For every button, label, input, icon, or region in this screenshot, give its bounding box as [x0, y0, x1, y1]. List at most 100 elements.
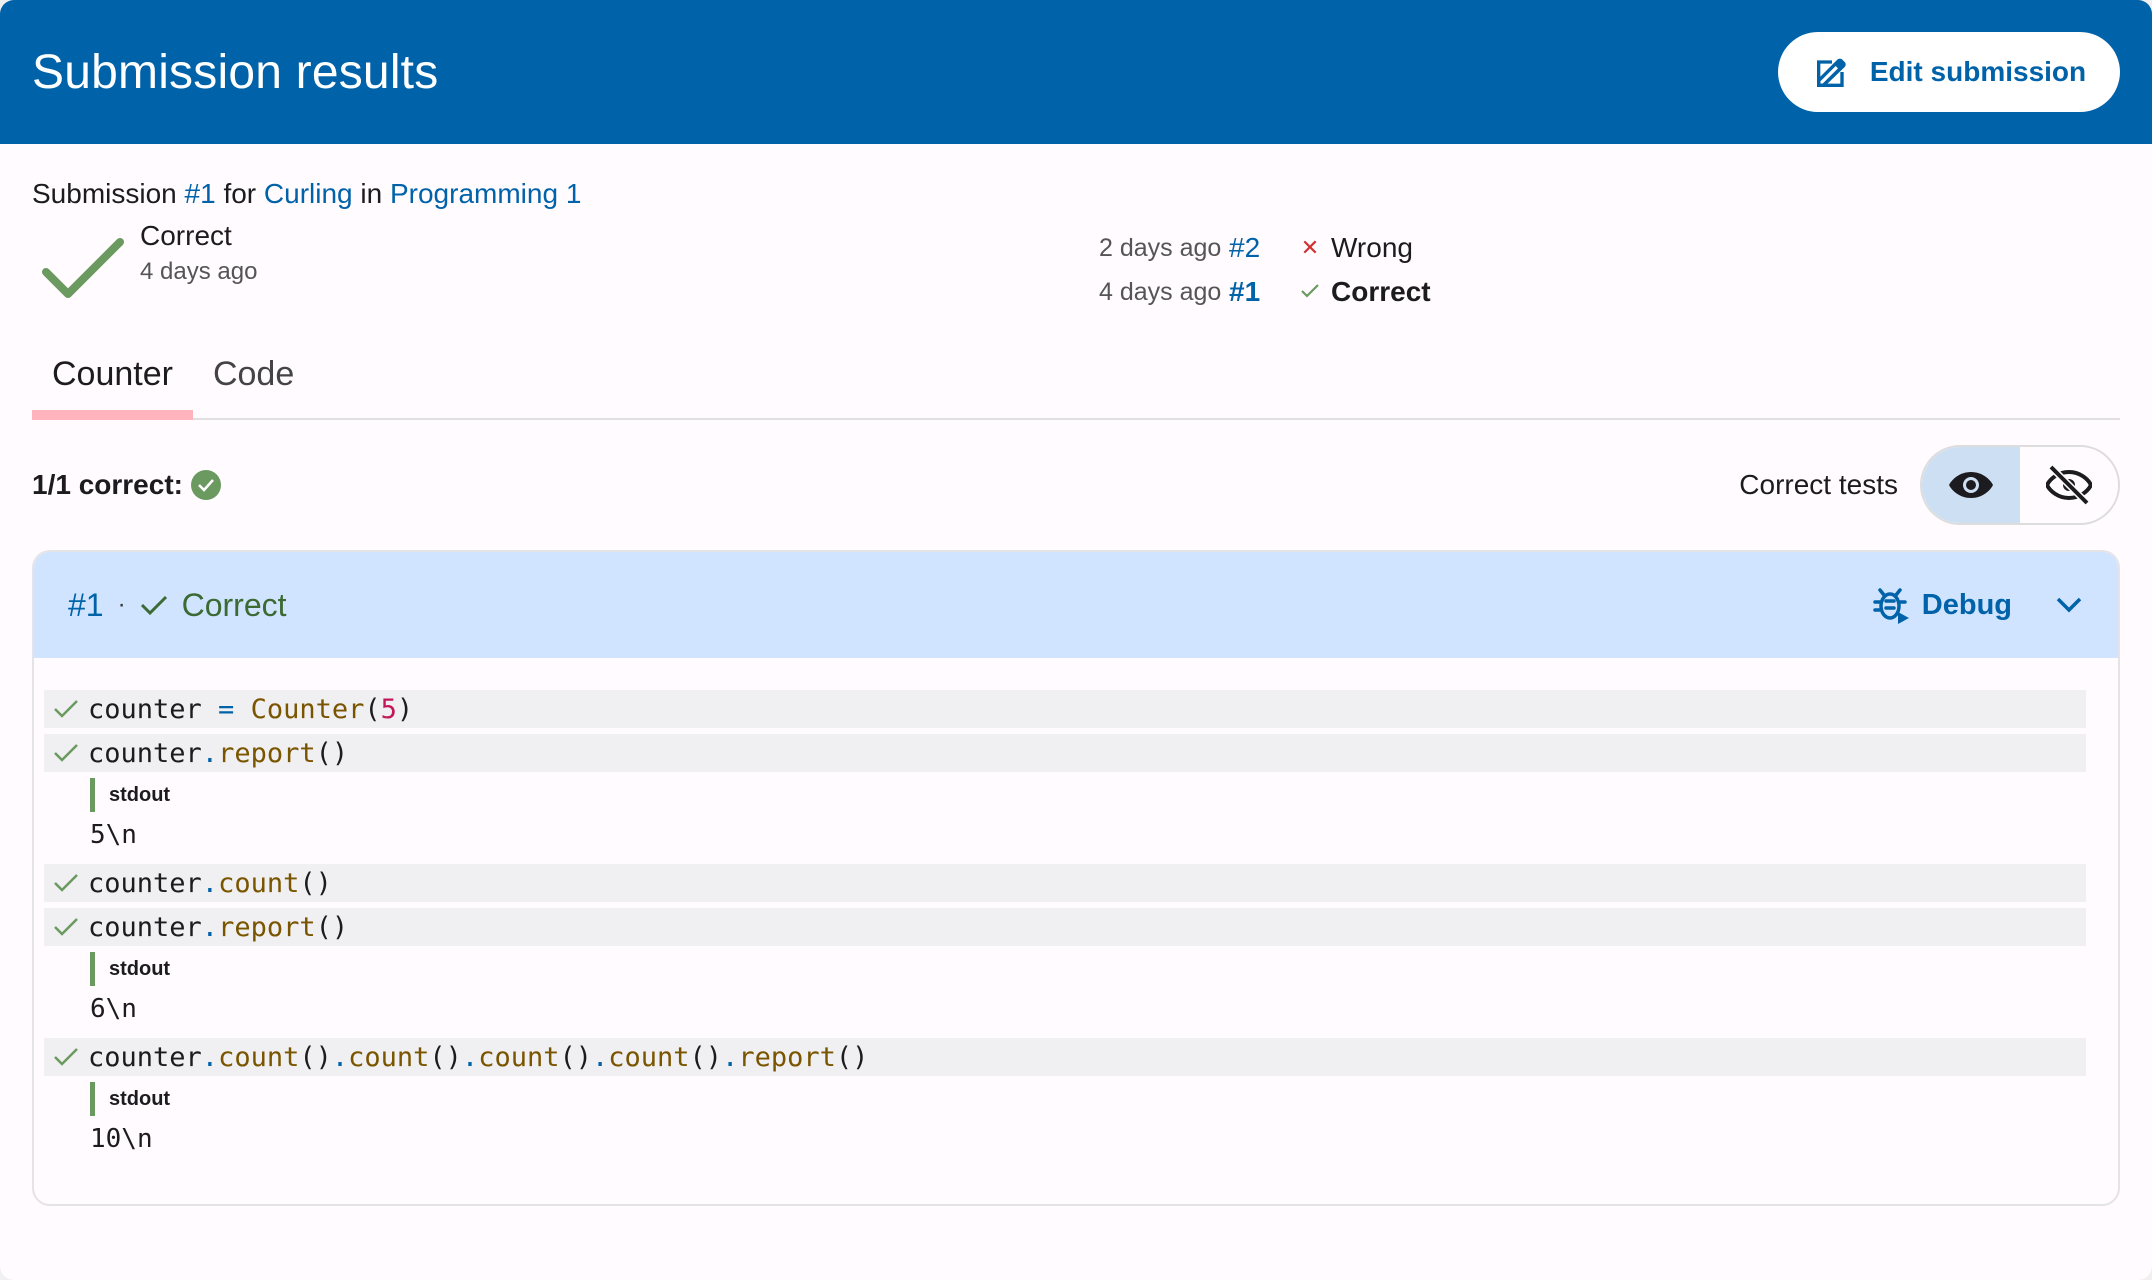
stdout-value: 10\n	[90, 1124, 153, 1154]
code-token: ()	[299, 1041, 332, 1073]
code-token: .	[201, 911, 219, 943]
edit-submission-button[interactable]: Edit submission	[1778, 32, 2120, 112]
page-title: Submission results	[32, 45, 439, 99]
code-token: (	[364, 693, 381, 725]
statement-row: counter. report()	[44, 734, 2086, 772]
chevron-down-icon[interactable]	[2054, 595, 2084, 615]
tab-code[interactable]: Code	[193, 330, 314, 418]
stdout-label: stdout	[90, 952, 2086, 986]
code-token: count	[478, 1041, 560, 1073]
correct-tests-filter: Correct tests	[1739, 445, 2120, 525]
code-token: counter	[88, 867, 202, 899]
status-row: Correct 4 days ago 2 days ago #2 ✕ Wrong…	[32, 212, 2120, 322]
history-number-link[interactable]: #2	[1229, 232, 1289, 264]
code-token: .	[331, 1041, 349, 1073]
testcase-card: #1 · Correct Debug counter = Counter (5…	[32, 550, 2120, 1206]
visibility-toggle	[1920, 445, 2120, 525]
status-label: Correct	[140, 220, 232, 251]
code-token: ()	[835, 1041, 869, 1073]
correct-check-icon	[42, 238, 124, 298]
stdout-value: 5\n	[90, 820, 137, 850]
code-token: count	[608, 1041, 690, 1073]
code-token: Counter	[250, 693, 365, 725]
testcase-status: Correct	[181, 586, 287, 623]
check-icon	[44, 1047, 88, 1067]
code-token: report	[738, 1041, 836, 1073]
stdout-block: stdout 6\n	[44, 952, 2086, 1032]
check-icon	[1289, 279, 1331, 305]
check-icon	[44, 917, 88, 937]
code-token: count	[218, 1041, 300, 1073]
stdout-label: stdout	[90, 1082, 2086, 1116]
eye-off-icon	[2046, 465, 2092, 505]
code-token: count	[348, 1041, 430, 1073]
code-token: counter	[88, 737, 202, 769]
submission-number-link[interactable]: #1	[185, 178, 216, 209]
statement-row: counter. count()	[44, 864, 2086, 902]
code-token: count	[218, 867, 300, 899]
check-icon	[44, 699, 88, 719]
window: Submission results Edit submission Submi…	[0, 0, 2152, 1280]
history-status: Correct	[1331, 276, 1431, 307]
breadcrumb-prefix: Submission	[32, 178, 177, 209]
history-row[interactable]: 4 days ago #1 Correct	[1099, 270, 1431, 314]
code-token: .	[591, 1041, 609, 1073]
check-icon	[140, 595, 167, 616]
code-token: .	[201, 737, 219, 769]
code-token: )	[396, 693, 414, 725]
testcase-body: counter = Counter(5) counter. report() st…	[34, 658, 2118, 1204]
breadcrumb-in: in	[360, 178, 383, 209]
history-number-link[interactable]: #1	[1229, 276, 1289, 308]
course-link[interactable]: Programming 1	[390, 178, 581, 209]
summary-row: 1/1 correct: Correct tests	[32, 420, 2120, 550]
testcase-number: #1	[68, 586, 104, 623]
code-token: counter	[88, 1041, 202, 1073]
code-token: .	[722, 1041, 739, 1073]
check-circle-icon	[190, 470, 221, 500]
code-token: report	[218, 737, 316, 769]
edit-icon	[1816, 58, 1846, 87]
show-correct-button[interactable]	[1922, 447, 2020, 523]
history-status: Wrong	[1331, 232, 1413, 263]
cross-icon: ✕	[1300, 235, 1320, 260]
stdout-value: 6\n	[90, 994, 137, 1024]
submission-breadcrumb: Submission #1 for Curling in Programming…	[32, 176, 2120, 212]
statement-row: counter. count(). count(). count(). count().…	[44, 1038, 2086, 1076]
testcase-separator: ·	[117, 591, 126, 618]
check-icon	[44, 743, 88, 763]
statement-row: counter = Counter(5)	[44, 690, 2086, 728]
code-token: report	[218, 911, 316, 943]
stdout-label: stdout	[90, 778, 2086, 812]
edit-submission-label: Edit submission	[1869, 56, 2087, 87]
check-icon	[44, 873, 88, 893]
code-token: .	[201, 1041, 219, 1073]
code-token: .	[461, 1041, 479, 1073]
code-token: .	[201, 867, 219, 899]
code-token: counter	[88, 693, 202, 725]
test-summary: 1/1 correct:	[32, 469, 221, 501]
bug-play-icon	[1873, 588, 1909, 624]
code-token: ()	[299, 867, 332, 899]
debug-button[interactable]: Debug	[1872, 585, 2012, 625]
code-token: ()	[559, 1041, 592, 1073]
testcase-header[interactable]: #1 · Correct Debug	[34, 552, 2118, 658]
testcase-title: #1 · Correct	[68, 587, 287, 624]
test-summary-text: 1/1 correct:	[32, 469, 183, 500]
code-token: 5	[380, 693, 397, 725]
exercise-link[interactable]: Curling	[264, 178, 353, 209]
status-time: 4 days ago	[140, 258, 258, 285]
tab-counter[interactable]: Counter	[32, 330, 193, 420]
debug-label: Debug	[1921, 588, 2012, 621]
code-token: counter	[88, 911, 202, 943]
code-token: ()	[429, 1041, 462, 1073]
history-time: 2 days ago	[1099, 233, 1222, 262]
history-row[interactable]: 2 days ago #2 ✕ Wrong	[1099, 226, 1431, 270]
stdout-block: stdout 10\n	[44, 1082, 2086, 1162]
code-token: ()	[315, 737, 349, 769]
code-token: =	[201, 693, 251, 725]
code-token: ()	[689, 1041, 723, 1073]
tab-bar: Counter Code	[32, 330, 2120, 420]
hide-correct-button[interactable]	[2020, 447, 2118, 523]
breadcrumb-for: for	[223, 178, 257, 209]
stdout-block: stdout 5\n	[44, 778, 2086, 858]
